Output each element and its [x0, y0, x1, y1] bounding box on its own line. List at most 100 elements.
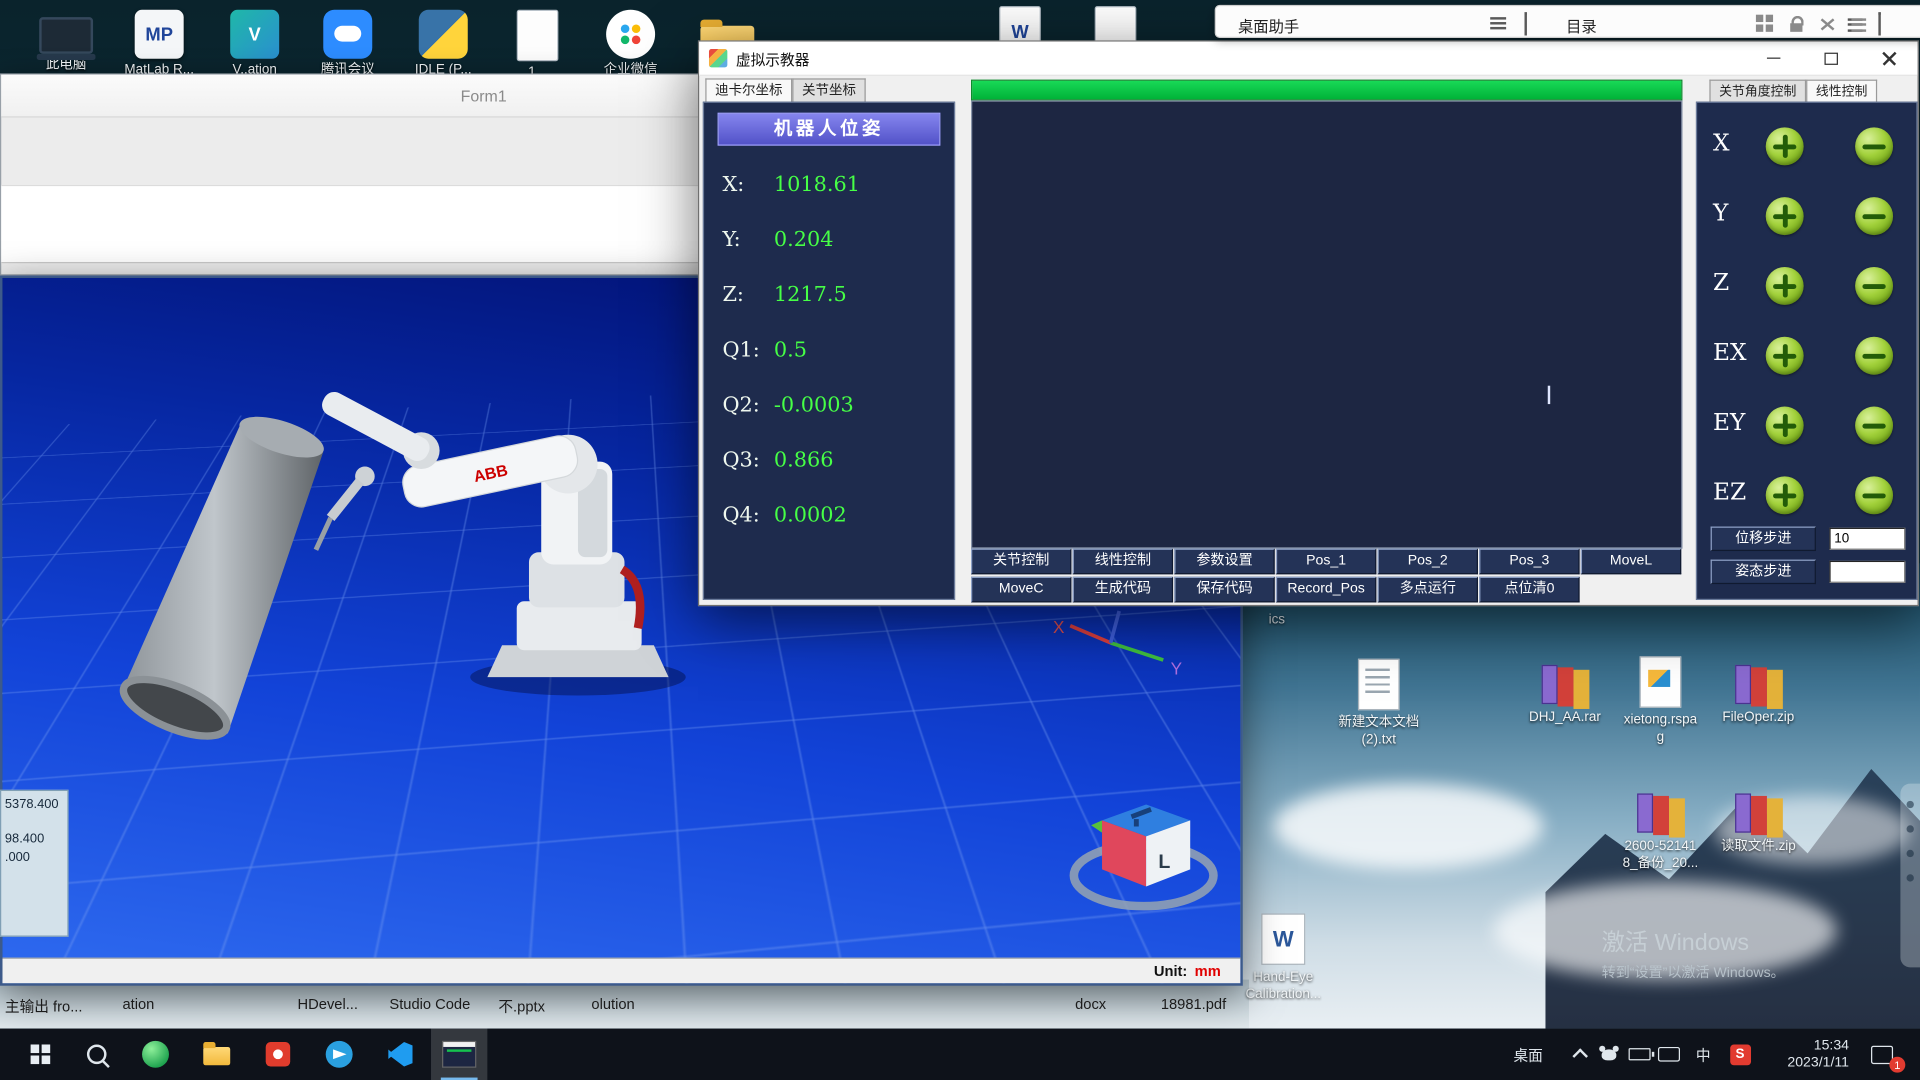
time: 15:34: [1814, 1037, 1849, 1054]
step-input-0[interactable]: [1829, 528, 1905, 550]
axis-z-plus-button[interactable]: [1766, 267, 1804, 305]
pose-value: 0.0002: [774, 503, 847, 527]
pose-label: Q2:: [722, 392, 773, 416]
touch-keyboard-icon[interactable]: [1656, 1029, 1683, 1080]
pose-label: Q3:: [722, 448, 773, 472]
console-button-r0-c6[interactable]: MoveL: [1581, 549, 1681, 575]
step-button-0[interactable]: 位移步进: [1711, 527, 1816, 551]
notification-center-icon[interactable]: 1: [1866, 1029, 1898, 1080]
pose-row: X:1018.61: [722, 157, 946, 212]
console-button-r0-c5[interactable]: Pos_3: [1479, 549, 1579, 575]
axis-ey-plus-button[interactable]: [1766, 407, 1804, 445]
desktop-assistant-bar[interactable]: 桌面助手 目录: [1215, 5, 1920, 38]
catalog-button[interactable]: 目录: [1566, 13, 1597, 36]
console-button-r0-c4[interactable]: Pos_2: [1378, 549, 1478, 575]
axis-z-minus-button[interactable]: [1855, 267, 1893, 305]
taskbar-file-explorer[interactable]: [189, 1029, 245, 1080]
taskbar-search[interactable]: [69, 1029, 125, 1080]
list-icon[interactable]: [1848, 15, 1868, 35]
taskbar-start[interactable]: [12, 1029, 68, 1080]
taskbar-adobe[interactable]: [250, 1029, 306, 1080]
tab-joint[interactable]: 关节坐标: [792, 78, 865, 101]
data-cell: 5378.400: [5, 797, 59, 812]
view-navigation-cube[interactable]: L: [1074, 804, 1214, 906]
chevron-up-icon[interactable]: [1878, 15, 1898, 35]
taskbar: 桌面 中 S 15:34 2023/1/11 1: [0, 1029, 1920, 1080]
title-bar[interactable]: 虚拟示教器: [699, 42, 1917, 76]
axis-ez-plus-button[interactable]: [1766, 476, 1804, 514]
tab-cartesian[interactable]: 迪卡尔坐标: [705, 78, 792, 101]
axis-triad: X Y: [1053, 611, 1183, 679]
console-button-r0-c2[interactable]: 参数设置: [1174, 549, 1274, 575]
jog-panel: 位移步进姿态步进 XYZEXEYEZ: [1696, 102, 1918, 600]
console-header-bar: [971, 80, 1682, 101]
grid-icon[interactable]: [1756, 15, 1776, 35]
tab-linear-control[interactable]: 线性控制: [1806, 80, 1877, 102]
tray-expand-icon[interactable]: [1567, 1029, 1591, 1080]
step-button-1[interactable]: 姿态步进: [1711, 560, 1816, 584]
taskbar-window-label: Studio Code: [389, 996, 470, 1013]
maximize-button[interactable]: [1802, 42, 1860, 75]
axis-y-plus-button[interactable]: [1766, 197, 1804, 235]
ime-icon[interactable]: S: [1727, 1029, 1754, 1080]
collapse-icon[interactable]: [1524, 15, 1544, 35]
abb-robot[interactable]: ABB: [316, 388, 686, 695]
taskbar-window-label: ation: [122, 996, 154, 1013]
pose-value: 0.5: [774, 337, 807, 361]
axis-row-ez: EZ: [1697, 475, 1916, 517]
console-button-r1-c4[interactable]: 多点运行: [1378, 577, 1478, 603]
axis-x-plus-button[interactable]: [1766, 127, 1804, 165]
menu-icon[interactable]: [1490, 15, 1510, 35]
taskbar-window-label: 不.pptx: [498, 996, 545, 1017]
edge-dock[interactable]: [1900, 784, 1920, 968]
battery-icon[interactable]: [1626, 1029, 1653, 1080]
axis-row-x: X: [1697, 126, 1916, 168]
messenger-icon: [326, 1041, 353, 1068]
console-button-r0-c1[interactable]: 线性控制: [1073, 549, 1173, 575]
minus-icon: [1862, 353, 1885, 358]
axis-y-minus-button[interactable]: [1855, 197, 1893, 235]
console-button-r0-c3[interactable]: Pos_1: [1276, 549, 1376, 575]
lock-icon[interactable]: [1787, 15, 1807, 35]
workpiece-cylinder[interactable]: [116, 408, 328, 747]
desktop-toolbar-toggle[interactable]: 桌面: [1504, 1029, 1553, 1080]
taskbar-teach-pendant-window[interactable]: [431, 1029, 487, 1080]
unit-label: Unit:: [1154, 962, 1187, 979]
clock[interactable]: 15:34 2023/1/11: [1758, 1029, 1849, 1080]
taskbar-browser[interactable]: [127, 1029, 183, 1080]
language-indicator[interactable]: 中: [1690, 1029, 1717, 1080]
console-button-grid: 关节控制线性控制参数设置Pos_1Pos_2Pos_3MoveL MoveC生成代…: [971, 549, 1684, 605]
teach-pendant-window[interactable]: 虚拟示教器 迪卡尔坐标 关节坐标 机器人位姿 X:1018.61Y:0.204Z…: [698, 40, 1919, 606]
taskbar-window-label: olution: [591, 996, 634, 1013]
axis-ex-plus-button[interactable]: [1766, 337, 1804, 375]
pet-icon[interactable]: [1597, 1029, 1621, 1080]
taskbar-vscode[interactable]: [372, 1029, 428, 1080]
minimize-button[interactable]: [1745, 42, 1803, 75]
console-button-r1-c0[interactable]: MoveC: [971, 577, 1071, 603]
pose-label: Y:: [722, 227, 773, 251]
pose-label: Q4:: [722, 503, 773, 527]
minus-icon: [1862, 283, 1885, 288]
scissors-icon[interactable]: [1817, 15, 1837, 35]
taskbar-window-label: HDevel...: [298, 996, 358, 1013]
teach-pendant-window-icon: [442, 1041, 476, 1068]
tab-joint-angle-control[interactable]: 关节角度控制: [1709, 80, 1806, 102]
notification-badge: 1: [1889, 1057, 1905, 1073]
axis-ey-minus-button[interactable]: [1855, 407, 1893, 445]
console-button-r0-c0[interactable]: 关节控制: [971, 549, 1071, 575]
console-button-r1-c3[interactable]: Record_Pos: [1276, 577, 1376, 603]
code-console[interactable]: [971, 100, 1682, 548]
coordinate-tabs: 迪卡尔坐标 关节坐标: [705, 78, 865, 101]
axis-ez-minus-button[interactable]: [1855, 476, 1893, 514]
console-button-r1-c2[interactable]: 保存代码: [1174, 577, 1274, 603]
taskbar-messenger[interactable]: [311, 1029, 367, 1080]
axis-ex-minus-button[interactable]: [1855, 337, 1893, 375]
axis-x-minus-button[interactable]: [1855, 127, 1893, 165]
close-button[interactable]: [1860, 42, 1918, 75]
axis-row-y: Y: [1697, 196, 1916, 238]
pose-value: 0.204: [774, 227, 834, 251]
step-input-1[interactable]: [1829, 561, 1905, 583]
console-button-r1-c1[interactable]: 生成代码: [1073, 577, 1173, 603]
console-button-r1-c5[interactable]: 点位清0: [1479, 577, 1579, 603]
search-icon: [87, 1044, 107, 1064]
